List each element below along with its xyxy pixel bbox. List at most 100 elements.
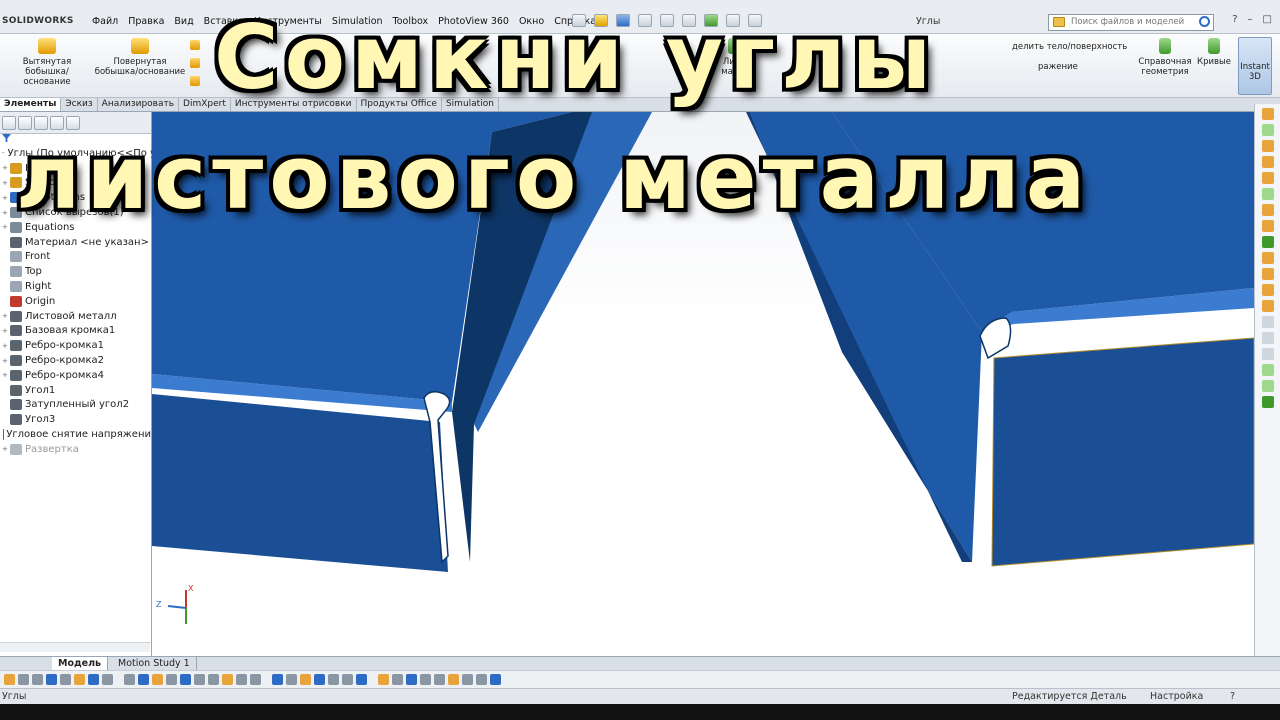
tree-item[interactable]: + Листовой металл xyxy=(0,309,151,324)
curves-button[interactable]: Кривые xyxy=(1196,38,1232,67)
tree-item[interactable]: + Развертка xyxy=(0,442,151,457)
expand-toggle-icon[interactable]: + xyxy=(2,312,10,320)
view-tool-icon[interactable] xyxy=(166,674,177,685)
print-icon[interactable] xyxy=(638,14,652,27)
menu-file[interactable]: Файл xyxy=(92,16,118,27)
view-tool-icon[interactable] xyxy=(286,674,297,685)
lofted-boss-item[interactable] xyxy=(190,58,200,68)
tree-item[interactable]: + Sensors xyxy=(0,176,151,191)
mirror-item[interactable]: ражение xyxy=(1038,62,1078,72)
view-tool-icon[interactable] xyxy=(236,674,247,685)
menu-edit[interactable]: Правка xyxy=(128,16,164,27)
view-tool-icon[interactable] xyxy=(180,674,191,685)
feature-tree-tab-icon[interactable] xyxy=(2,116,16,130)
tab-office[interactable]: Продукты Office xyxy=(357,98,442,111)
expand-toggle-icon[interactable]: + xyxy=(2,179,10,187)
tree-item[interactable]: - Углы (По умолчанию<<По умолч xyxy=(0,146,182,161)
revolve-boss-button[interactable]: Повернутая бобышка/основание xyxy=(94,38,186,77)
task-pane-tool-icon[interactable] xyxy=(1261,380,1274,392)
task-pane-tool-icon[interactable] xyxy=(1261,268,1274,280)
tree-item[interactable]: Front xyxy=(0,250,151,265)
view-tool-icon[interactable] xyxy=(32,674,43,685)
instant3d-button[interactable]: Instant 3D xyxy=(1238,37,1272,95)
tree-item[interactable]: Top xyxy=(0,264,151,279)
select-arrow-icon[interactable] xyxy=(682,14,696,27)
options-gear-icon[interactable] xyxy=(748,14,762,27)
view-tool-icon[interactable] xyxy=(250,674,261,685)
new-document-icon[interactable] xyxy=(572,14,586,27)
tree-item[interactable]: Угловое снятие напряжени xyxy=(0,427,151,442)
view-tool-icon[interactable] xyxy=(434,674,445,685)
expand-toggle-icon[interactable]: + xyxy=(2,445,10,453)
tab-sketch[interactable]: Эскиз xyxy=(61,98,98,111)
tree-item[interactable]: + Equations xyxy=(0,220,151,235)
config-manager-tab-icon[interactable] xyxy=(34,116,48,130)
menu-tools[interactable]: Инструменты xyxy=(254,16,322,27)
task-pane-tool-icon[interactable] xyxy=(1261,108,1274,120)
view-tool-icon[interactable] xyxy=(152,674,163,685)
task-pane-tool-icon[interactable] xyxy=(1261,156,1274,168)
view-tool-icon[interactable] xyxy=(462,674,473,685)
task-pane-tool-icon[interactable] xyxy=(1261,332,1274,344)
expand-toggle-icon[interactable]: + xyxy=(2,164,10,172)
tree-item[interactable]: Угол1 xyxy=(0,383,151,398)
view-tool-icon[interactable] xyxy=(342,674,353,685)
status-settings[interactable]: Настройка xyxy=(1150,691,1203,702)
boundary-boss-item[interactable] xyxy=(190,76,200,86)
tree-item[interactable]: Right xyxy=(0,279,151,294)
split-body-item[interactable]: делить тело/поверхность xyxy=(1012,42,1127,52)
view-tool-icon[interactable] xyxy=(356,674,367,685)
display-manager-tab-icon[interactable] xyxy=(66,116,80,130)
view-tool-icon[interactable] xyxy=(18,674,29,685)
task-pane-tool-icon[interactable] xyxy=(1261,220,1274,232)
task-pane-tool-icon[interactable] xyxy=(1261,396,1274,408)
view-tool-icon[interactable] xyxy=(392,674,403,685)
graphics-viewport[interactable]: X Z xyxy=(152,112,1254,656)
tree-item[interactable]: Материал <не указан> xyxy=(0,235,151,250)
expand-toggle-icon[interactable]: + xyxy=(2,327,10,335)
open-folder-icon[interactable] xyxy=(594,14,608,27)
task-pane-tool-icon[interactable] xyxy=(1261,252,1274,264)
menu-simulation[interactable]: Simulation xyxy=(332,16,383,27)
task-pane-tool-icon[interactable] xyxy=(1261,284,1274,296)
task-pane-tool-icon[interactable] xyxy=(1261,348,1274,360)
menu-view[interactable]: Вид xyxy=(174,16,193,27)
search-icon[interactable] xyxy=(1199,16,1210,27)
view-tool-icon[interactable] xyxy=(4,674,15,685)
task-pane-tool-icon[interactable] xyxy=(1261,236,1274,248)
view-tool-icon[interactable] xyxy=(46,674,57,685)
expand-toggle-icon[interactable]: + xyxy=(2,209,10,217)
expand-toggle-icon[interactable]: + xyxy=(2,342,10,350)
task-pane-tool-icon[interactable] xyxy=(1261,172,1274,184)
search-input[interactable]: Поиск файлов и моделей xyxy=(1048,14,1214,31)
tree-item[interactable]: + Ребро-кромка1 xyxy=(0,338,151,353)
tab-features[interactable]: Элементы xyxy=(0,98,62,111)
tree-item[interactable]: + History xyxy=(0,161,151,176)
expand-toggle-icon[interactable]: + xyxy=(2,194,10,202)
task-pane-tool-icon[interactable] xyxy=(1261,204,1274,216)
task-pane-tool-icon[interactable] xyxy=(1261,188,1274,200)
file-properties-icon[interactable] xyxy=(726,14,740,27)
tab-evaluate[interactable]: Анализировать xyxy=(98,98,180,111)
view-tool-icon[interactable] xyxy=(124,674,135,685)
task-pane-tool-icon[interactable] xyxy=(1261,316,1274,328)
tree-item[interactable]: + Список вырезов(1) xyxy=(0,205,151,220)
menu-window[interactable]: Окно xyxy=(519,16,544,27)
tree-horizontal-scrollbar[interactable] xyxy=(0,642,150,652)
expand-toggle-icon[interactable]: + xyxy=(2,371,10,379)
save-icon[interactable] xyxy=(616,14,630,27)
view-tool-icon[interactable] xyxy=(88,674,99,685)
expand-toggle-icon[interactable]: - xyxy=(2,149,5,157)
dimxpert-tab-icon[interactable] xyxy=(50,116,64,130)
linear-pattern-button[interactable]: Линей массив xyxy=(714,38,760,77)
view-tool-icon[interactable] xyxy=(222,674,233,685)
view-tool-icon[interactable] xyxy=(314,674,325,685)
tree-item[interactable]: + Annotations xyxy=(0,190,151,205)
view-tool-icon[interactable] xyxy=(60,674,71,685)
extrude-boss-button[interactable]: Вытянутая бобышка/основание xyxy=(2,38,92,87)
task-pane-tool-icon[interactable] xyxy=(1261,124,1274,136)
view-tool-icon[interactable] xyxy=(300,674,311,685)
tab-dimxpert[interactable]: DimXpert xyxy=(179,98,231,111)
task-pane-tool-icon[interactable] xyxy=(1261,300,1274,312)
view-tool-icon[interactable] xyxy=(194,674,205,685)
